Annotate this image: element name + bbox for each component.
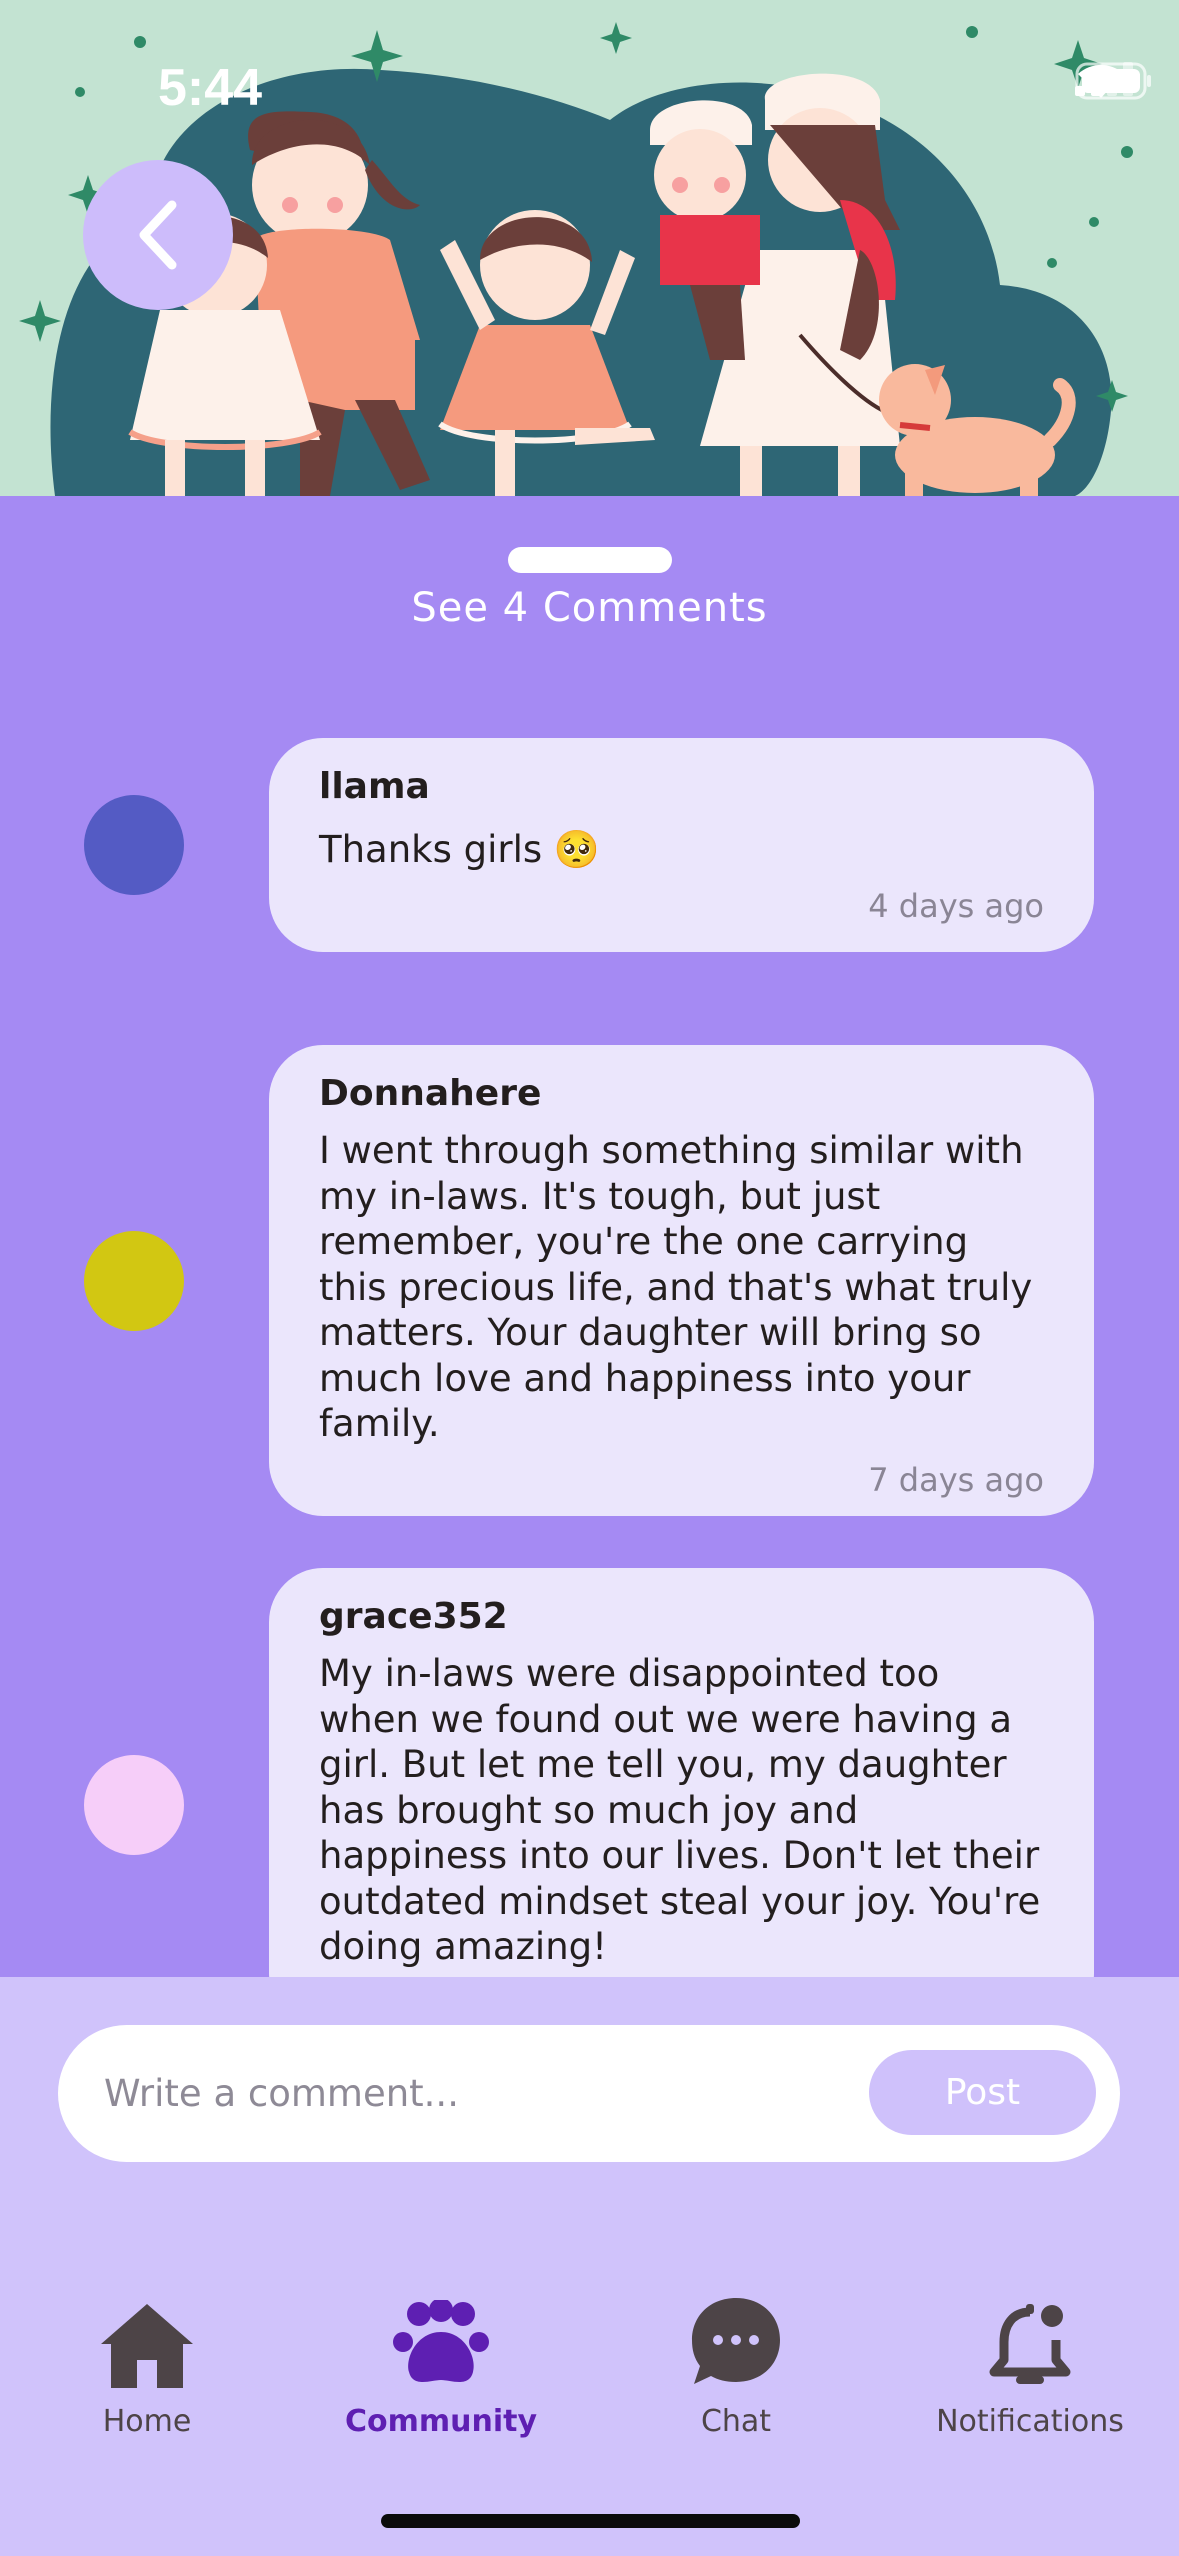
chat-bubble-icon [692, 2298, 780, 2384]
tab-label: Notifications [936, 2404, 1124, 2439]
comment-bubble: grace352 My in-laws were disappointed to… [269, 1568, 1094, 2028]
tab-community[interactable]: Community [296, 2280, 586, 2439]
post-button[interactable]: Post [869, 2050, 1096, 2135]
comment-input[interactable] [104, 2025, 884, 2162]
back-button[interactable] [83, 160, 233, 310]
see-comments-link[interactable]: See 4 Comments [0, 585, 1179, 631]
chevron-left-icon [139, 200, 177, 270]
comment-bubble: Donnahere I went through something simil… [269, 1045, 1094, 1516]
tab-home[interactable]: Home [2, 2280, 292, 2439]
tab-label: Community [344, 2404, 538, 2439]
status-bar: 5:44 [0, 0, 1179, 170]
comment-composer: Post [58, 2025, 1120, 2162]
home-indicator[interactable] [381, 2514, 800, 2528]
avatar[interactable] [84, 1755, 184, 1855]
tab-label: Chat [700, 2404, 772, 2439]
tab-chat[interactable]: Chat [591, 2280, 881, 2439]
comment-author[interactable]: llama [319, 766, 1044, 807]
house-icon [101, 2304, 193, 2388]
comment-text: I went through something similar with my… [319, 1129, 1033, 1445]
comment-text: My in-laws were disappointed too when we… [319, 1652, 1041, 1968]
comment-bubble: llama Thanks girls 🥺 4 days ago [269, 738, 1094, 952]
battery-icon [1075, 62, 1151, 100]
tab-bar: Home Community Chat Notifications [0, 2280, 1179, 2450]
sheet-drag-handle[interactable] [508, 547, 672, 573]
paw-icon [393, 2300, 489, 2382]
avatar[interactable] [84, 795, 184, 895]
bell-icon [989, 2304, 1071, 2384]
comment-author[interactable]: Donnahere [319, 1073, 1044, 1114]
comment-timestamp: 4 days ago [868, 886, 1044, 925]
tab-notifications[interactable]: Notifications [885, 2280, 1175, 2439]
comment-author[interactable]: grace352 [319, 1596, 1044, 1637]
avatar[interactable] [84, 1231, 184, 1331]
status-time: 5:44 [158, 59, 263, 117]
tab-label: Home [102, 2404, 192, 2439]
comment-text: Thanks girls 🥺 [319, 828, 601, 871]
comment-timestamp: 7 days ago [868, 1460, 1044, 1499]
